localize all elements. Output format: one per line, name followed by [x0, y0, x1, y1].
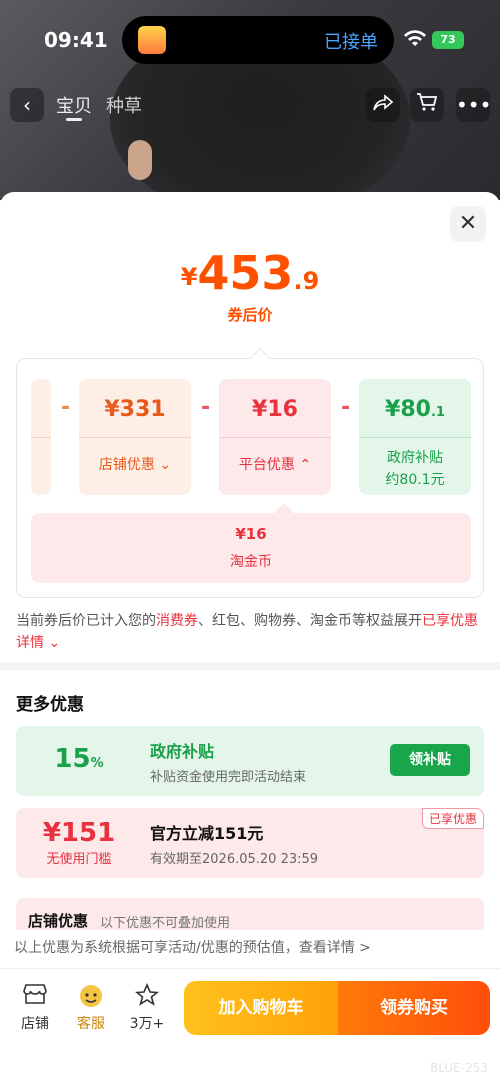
status-time: 09:41: [44, 28, 108, 52]
official-offer-amount: ¥151 无使用门槛: [42, 818, 116, 867]
top-nav: ‹ 宝贝 种草 •••: [0, 88, 500, 124]
coupon-sheet: ✕ ¥453.9 券后价 - ¥331 店铺优惠 ⌄ - ¥16 平台优惠 ⌃ …: [0, 192, 500, 1087]
price-label: 券后价: [227, 306, 273, 324]
gov-offer-title: 政府补贴: [150, 742, 215, 761]
shop-offers-title: 店铺优惠: [28, 912, 89, 930]
official-discount-offer: ¥151 无使用门槛 官方立减151元 有效期至2026.05.20 23:59…: [16, 808, 484, 878]
service-label: 客服: [77, 1016, 105, 1032]
chip-partial: [31, 379, 51, 495]
taojinbi-value: ¥16: [235, 525, 267, 543]
coupon-link[interactable]: 消费券: [156, 613, 198, 629]
favorite-count: 3万+: [129, 1016, 165, 1032]
shop-discount-chip[interactable]: ¥331 店铺优惠 ⌄: [79, 379, 191, 495]
service-button[interactable]: 客服: [70, 983, 112, 1033]
price-currency: ¥: [180, 263, 198, 291]
service-icon: [70, 983, 112, 1011]
taojinbi-label: 淘金币: [230, 554, 272, 570]
close-icon: ✕: [458, 211, 478, 236]
buy-with-coupon-button[interactable]: 领券购买: [338, 981, 490, 1035]
store-label: 店铺: [21, 1016, 49, 1032]
status-bar: 09:41 已接单 73: [0, 0, 500, 80]
gov-subsidy-offer: 15% 政府补贴 补贴资金使用完即活动结束 领补贴: [16, 726, 484, 796]
share-button[interactable]: [366, 88, 400, 122]
shop-discount-label: 店铺优惠 ⌄: [98, 457, 172, 473]
minus-sign: -: [61, 395, 71, 420]
tab-item[interactable]: 宝贝: [56, 92, 92, 118]
minus-sign: -: [201, 395, 211, 420]
discount-note: 当前券后价已计入您的消费券、红包、购物券、淘金币等权益展开已享优惠详情 ⌄: [16, 613, 478, 651]
photo-detail: [128, 140, 152, 180]
bottom-bar: 店铺 客服 3万+ 加入购物车 领券购买 BLUE-253: [0, 968, 500, 1087]
price-breakdown: - ¥331 店铺优惠 ⌄ - ¥16 平台优惠 ⌃ - ¥80.1 政府补贴约…: [16, 348, 484, 598]
share-icon: [373, 93, 394, 117]
store-button[interactable]: 店铺: [14, 983, 56, 1033]
taojinbi-box: ¥16 淘金币: [31, 503, 471, 583]
platform-discount-label: 平台优惠 ⌃: [238, 457, 312, 473]
chevron-down-icon: ⌄: [44, 635, 61, 651]
gov-subsidy-chip: ¥80.1 政府补贴 约80.1元: [359, 379, 471, 495]
battery-icon: 73: [432, 31, 464, 49]
chevron-left-icon: ‹: [23, 93, 31, 117]
breakdown-notch: [250, 348, 270, 368]
more-offers-title: 更多优惠: [16, 695, 84, 715]
cart-button[interactable]: [410, 88, 444, 122]
gov-subsidy-label: 政府补贴 约80.1元: [385, 450, 445, 488]
gov-offer-desc: 补贴资金使用完即活动结束: [150, 770, 307, 785]
watermark: BLUE-253: [430, 1061, 488, 1075]
estimate-note-link[interactable]: 以上优惠为系统根据可享活动/优惠的预估值，查看详情 >: [0, 930, 500, 966]
app-icon: [138, 26, 166, 54]
gov-subsidy-value: ¥80.1: [385, 397, 445, 422]
wifi-icon: [404, 30, 426, 53]
store-icon: [14, 983, 56, 1011]
section-divider: [0, 662, 500, 670]
price-after-coupon: ¥453.9: [0, 246, 500, 300]
platform-discount-value: ¥16: [252, 397, 298, 422]
tab-seed[interactable]: 种草: [106, 92, 142, 118]
price-decimal: .9: [293, 267, 320, 295]
cart-icon: [416, 93, 438, 117]
price-integer: 453: [197, 246, 294, 300]
island-status-text: 已接单: [324, 32, 378, 53]
gov-offer-rate: 15%: [54, 744, 104, 774]
more-icon: •••: [456, 93, 492, 117]
official-offer-desc: 有效期至2026.05.20 23:59: [150, 852, 319, 867]
star-icon: [126, 982, 168, 1011]
favorite-button[interactable]: 3万+: [126, 982, 168, 1033]
back-button[interactable]: ‹: [10, 88, 44, 122]
enjoyed-badge: 已享优惠: [421, 808, 484, 829]
claim-subsidy-button[interactable]: 领补贴: [390, 744, 470, 776]
shop-offers-desc: 以下优惠不可叠加使用: [100, 916, 231, 931]
coin-notch: [274, 503, 294, 523]
platform-discount-chip[interactable]: ¥16 平台优惠 ⌃: [219, 379, 331, 495]
dynamic-island[interactable]: 已接单: [122, 16, 394, 64]
shop-discount-value: ¥331: [104, 397, 166, 422]
minus-sign: -: [341, 395, 351, 420]
chevron-down-icon: ⌄: [159, 457, 172, 473]
close-button[interactable]: ✕: [450, 206, 486, 242]
more-button[interactable]: •••: [456, 88, 492, 122]
official-offer-title: 官方立减151元: [150, 824, 264, 843]
tab-indicator: [66, 118, 82, 121]
add-to-cart-button[interactable]: 加入购物车: [184, 981, 338, 1035]
chevron-up-icon: ⌃: [299, 457, 312, 473]
